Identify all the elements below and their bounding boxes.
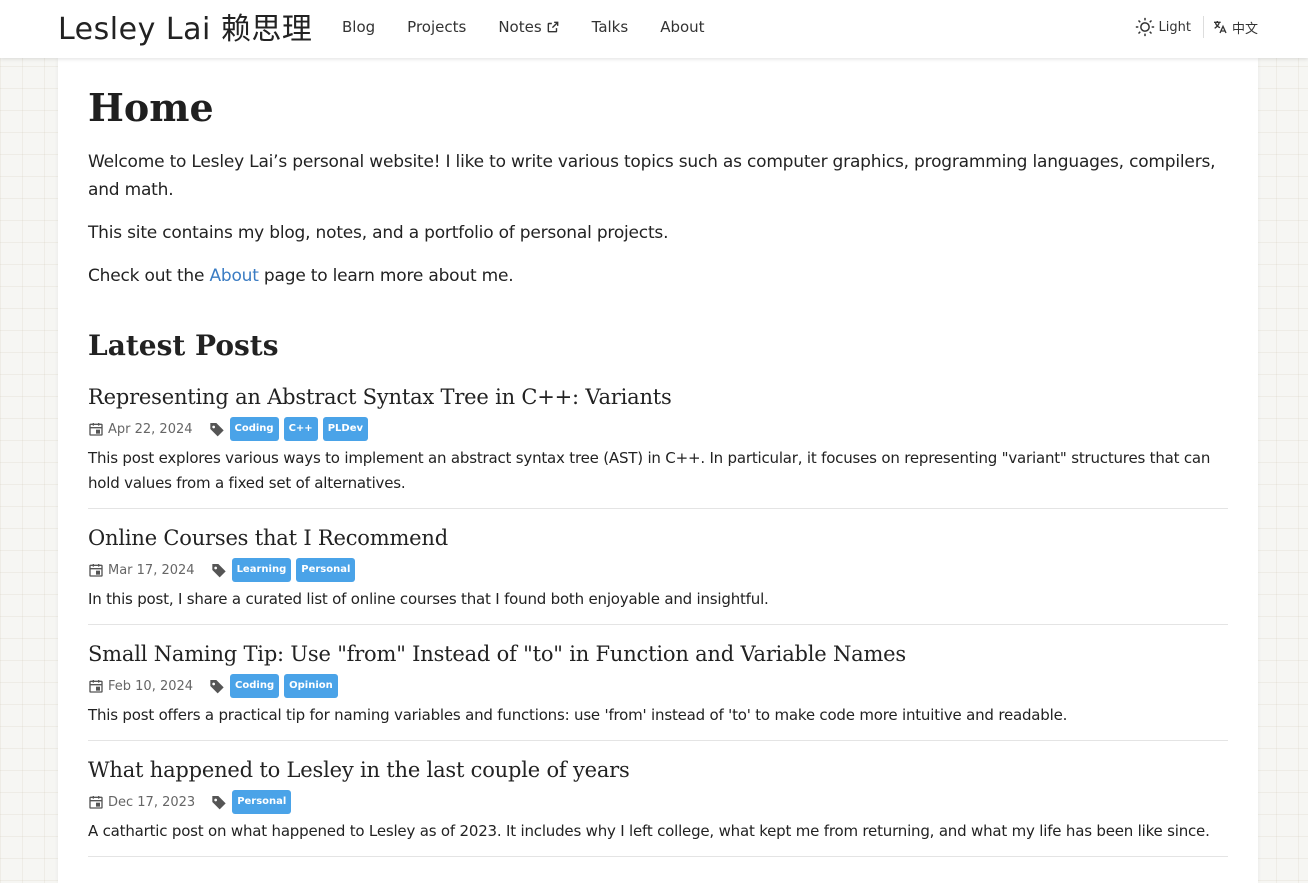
nav-links: Blog Projects Notes Talks About — [342, 18, 737, 36]
post-description: In this post, I share a curated list of … — [88, 590, 769, 608]
intro-paragraph: Welcome to Lesley Lai’s personal website… — [88, 152, 1216, 200]
post-item: What happened to Lesley in the last coup… — [88, 755, 1228, 857]
tag-icon — [211, 794, 227, 810]
intro-section: Welcome to Lesley Lai’s personal website… — [88, 148, 1228, 290]
post-title-link[interactable]: What happened to Lesley in the last coup… — [88, 755, 1228, 785]
top-navbar: Lesley Lai 赖思理 Blog Projects Notes Talks… — [0, 0, 1308, 58]
tag-opinion[interactable]: Opinion — [284, 674, 338, 698]
translate-icon — [1213, 21, 1227, 34]
post-date: Mar 17, 2024 — [108, 562, 195, 578]
tag-coding[interactable]: Coding — [229, 417, 279, 441]
nav-link-projects[interactable]: Projects — [407, 18, 466, 36]
tag-coding[interactable]: Coding — [230, 674, 280, 698]
post-meta: Feb 10, 2024 Coding Opinion — [88, 673, 1228, 699]
site-brand[interactable]: Lesley Lai 赖思理 — [58, 4, 312, 48]
about-link[interactable]: About — [209, 266, 258, 286]
page-title: Home — [88, 85, 214, 130]
calendar-icon — [88, 794, 104, 810]
main-content: Home Welcome to Lesley Lai’s personal we… — [58, 58, 1258, 883]
nav-link-blog[interactable]: Blog — [342, 18, 375, 36]
intro-paragraph: This site contains my blog, notes, and a… — [88, 223, 669, 243]
nav-link-notes-label: Notes — [498, 18, 542, 36]
theme-toggle-label: Light — [1158, 19, 1191, 35]
nav-divider — [1202, 16, 1204, 38]
theme-toggle-button[interactable]: Light — [1135, 17, 1191, 37]
calendar-icon — [88, 421, 104, 437]
post-title-link[interactable]: Small Naming Tip: Use "from" Instead of … — [88, 639, 1228, 669]
nav-link-notes[interactable]: Notes — [498, 18, 559, 36]
post-title-link[interactable]: Representing an Abstract Syntax Tree in … — [88, 382, 1228, 412]
tag-pldev[interactable]: PLDev — [322, 417, 369, 441]
nav-link-talks[interactable]: Talks — [592, 18, 629, 36]
latest-posts-heading: Latest Posts — [88, 329, 279, 362]
tag-icon — [211, 562, 227, 578]
calendar-icon — [88, 562, 104, 578]
nav-actions: Light 中文 — [1135, 16, 1258, 38]
post-title-link[interactable]: Online Courses that I Recommend — [88, 523, 1228, 553]
post-meta: Mar 17, 2024 Learning Personal — [88, 557, 1228, 583]
post-item: Small Naming Tip: Use "from" Instead of … — [88, 639, 1228, 741]
post-description: A cathartic post on what happened to Les… — [88, 822, 1210, 840]
post-date: Dec 17, 2023 — [108, 794, 196, 810]
post-description: This post offers a practical tip for nam… — [88, 706, 1068, 724]
external-link-icon — [547, 21, 559, 33]
post-description: This post explores various ways to imple… — [88, 449, 1211, 492]
post-meta: Apr 22, 2024 Coding C++ PLDev — [88, 416, 1228, 442]
tag-icon — [209, 421, 225, 437]
tag-cpp[interactable]: C++ — [283, 417, 318, 441]
post-date: Feb 10, 2024 — [108, 678, 194, 694]
tag-personal[interactable]: Personal — [296, 558, 356, 582]
language-toggle-button[interactable]: 中文 — [1212, 18, 1258, 37]
tag-learning[interactable]: Learning — [231, 558, 292, 582]
sun-icon — [1135, 17, 1154, 37]
tag-icon — [209, 678, 225, 694]
post-meta: Dec 17, 2023 Personal — [88, 789, 1228, 815]
intro-text: page to learn more about me. — [258, 266, 514, 286]
nav-link-about[interactable]: About — [660, 18, 704, 36]
language-toggle-label: 中文 — [1231, 21, 1258, 37]
post-item: Representing an Abstract Syntax Tree in … — [88, 382, 1228, 509]
post-item: Online Courses that I Recommend Mar 17, … — [88, 523, 1228, 625]
post-date: Apr 22, 2024 — [108, 421, 193, 437]
tag-personal[interactable]: Personal — [232, 790, 292, 814]
intro-text: Check out the — [88, 266, 210, 286]
post-list: Representing an Abstract Syntax Tree in … — [88, 382, 1228, 857]
intro-paragraph: Check out the About page to learn more a… — [88, 262, 1228, 290]
calendar-icon — [88, 678, 104, 694]
